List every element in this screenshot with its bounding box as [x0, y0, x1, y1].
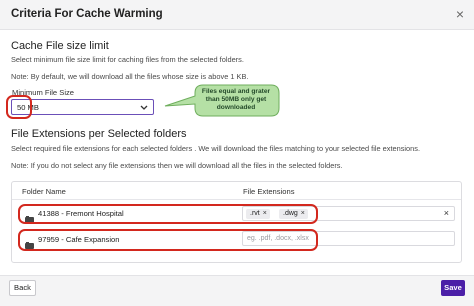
save-button[interactable]: Save: [441, 280, 465, 296]
dialog-header: Criteria For Cache Warming ×: [0, 0, 474, 30]
min-file-size-select[interactable]: 50 MB: [11, 99, 154, 115]
select-highlight-box: [6, 95, 32, 119]
size-section-heading: Cache File size limit: [11, 40, 109, 52]
row-1-highlight-box: [18, 204, 318, 224]
ext-section-description: Select required file extensions for each…: [11, 144, 421, 153]
row-2-highlight-box: [18, 229, 318, 251]
dialog-title: Criteria For Cache Warming: [11, 8, 163, 20]
dialog-footer: [0, 275, 474, 306]
col-folder-name: Folder Name: [22, 187, 66, 196]
close-icon[interactable]: ×: [456, 6, 464, 22]
size-section-note: Note: By default, we will download all t…: [11, 72, 249, 81]
table-header-divider: [12, 199, 461, 200]
col-file-extensions: File Extensions: [243, 187, 295, 196]
back-button[interactable]: Back: [9, 280, 36, 296]
ext-section-heading: File Extensions per Selected folders: [11, 128, 187, 140]
chevron-down-icon: [140, 105, 148, 110]
callout-text: Files equal and grater than 50MB only ge…: [201, 88, 271, 111]
ext-section-note: Note: If you do not select any file exte…: [11, 161, 343, 170]
size-annotation-callout: Files equal and grater than 50MB only ge…: [163, 84, 281, 117]
clear-extensions-icon[interactable]: ×: [444, 208, 449, 218]
size-section-description: Select minimum file size limit for cachi…: [11, 55, 244, 64]
